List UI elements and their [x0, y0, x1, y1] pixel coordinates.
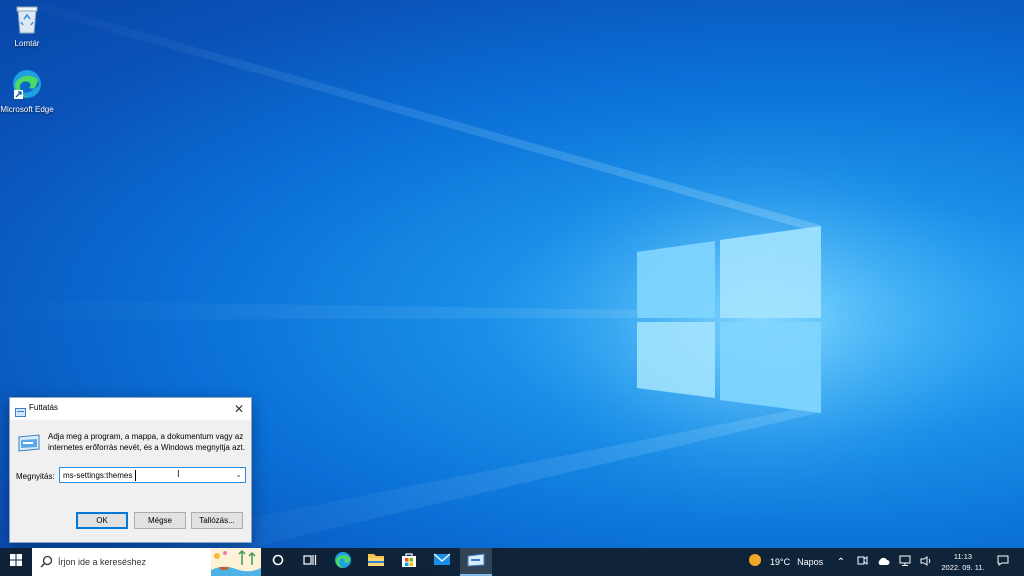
windows-logo-icon [10, 553, 22, 571]
task-view-button[interactable] [296, 548, 324, 576]
show-hidden-icons-button[interactable]: ⌃ [833, 548, 849, 576]
folder-icon [367, 552, 385, 572]
taskbar-run-active[interactable] [460, 548, 492, 576]
search-highlight-art-icon [211, 548, 261, 576]
cortana-icon [272, 553, 284, 571]
edge-icon [0, 68, 54, 103]
store-icon [401, 552, 417, 573]
desktop-icon-recycle-bin[interactable]: Lomtár [0, 4, 54, 49]
clock-time: 11:13 [953, 552, 973, 561]
text-caret [135, 470, 136, 481]
meet-now-icon [857, 553, 868, 571]
run-program-icon [17, 433, 41, 458]
run-dialog: Futtatás ✕ Adja meg a program, a mappa, … [9, 397, 252, 543]
open-input-value[interactable]: ms-settings:themes [63, 471, 132, 480]
run-dialog-title: Futtatás [29, 403, 58, 412]
run-icon [467, 552, 485, 572]
weather-condition: Napos [797, 557, 824, 567]
taskbar-search[interactable]: Írjon ide a kereséshez [32, 548, 261, 576]
open-label: Megnyitás: [16, 472, 55, 481]
weather-temp: 19°C [770, 557, 791, 567]
desktop-icon-label: Microsoft Edge [0, 105, 54, 114]
notification-icon [997, 553, 1009, 571]
cloud-icon [877, 553, 890, 571]
desktop-icon-label: Lomtár [14, 39, 40, 48]
start-button[interactable] [0, 548, 32, 576]
weather-widget[interactable]: 19°C Napos [748, 548, 828, 576]
close-button[interactable]: ✕ [227, 398, 251, 420]
tray-network[interactable] [896, 548, 914, 576]
run-dialog-description: Adja meg a program, a mappa, a dokumentu… [48, 432, 245, 452]
cancel-button[interactable]: Mégse [134, 512, 186, 529]
taskbar: Írjon ide a kereséshez 19°C Napos ⌃ [0, 548, 1024, 576]
task-view-icon [303, 553, 317, 571]
notifications-button[interactable] [990, 548, 1016, 576]
tray-volume[interactable] [917, 548, 935, 576]
taskbar-store[interactable] [394, 548, 424, 576]
desktop-icon-edge[interactable]: Microsoft Edge [0, 68, 54, 115]
search-icon [40, 555, 53, 573]
ibeam-cursor-icon: I [177, 469, 180, 480]
network-icon [899, 553, 911, 571]
taskbar-edge[interactable] [328, 548, 358, 576]
edge-icon [334, 551, 352, 574]
speaker-icon [920, 553, 932, 571]
run-dialog-titlebar[interactable]: Futtatás ✕ [10, 398, 251, 420]
browse-button[interactable]: Tallózás... [191, 512, 243, 529]
clock-date: 2022. 09. 11. [941, 563, 985, 572]
taskbar-mail[interactable] [427, 548, 457, 576]
chevron-down-icon[interactable]: ⌄ [235, 470, 242, 479]
cortana-button[interactable] [264, 548, 292, 576]
taskbar-file-explorer[interactable] [361, 548, 391, 576]
close-icon: ✕ [233, 402, 245, 416]
recycle-bin-icon [0, 4, 54, 37]
chevron-up-icon: ⌃ [836, 556, 846, 568]
taskbar-clock[interactable]: 11:13 2022. 09. 11. [938, 551, 988, 573]
mail-icon [433, 553, 451, 571]
search-placeholder: Írjon ide a kereséshez [58, 557, 147, 567]
open-combobox[interactable]: ms-settings:themes I ⌄ [59, 467, 246, 483]
ok-button[interactable]: OK [76, 512, 128, 529]
sun-icon [748, 553, 762, 572]
tray-onedrive[interactable] [874, 548, 892, 576]
tray-meet-now[interactable] [853, 548, 871, 576]
